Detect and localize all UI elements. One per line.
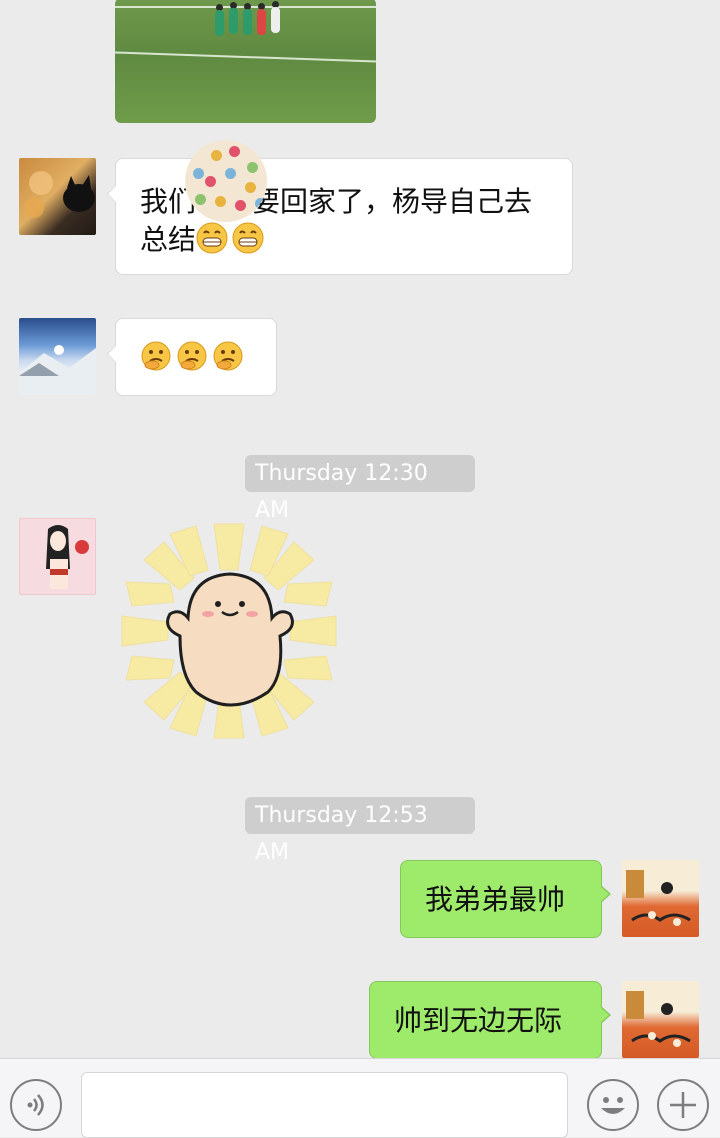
polka-dot-sticker (185, 140, 267, 222)
cartoon-avatar-image (626, 991, 691, 1047)
thinking-emoji-icon (141, 341, 171, 371)
user-avatar[interactable] (622, 981, 699, 1058)
message-bubble[interactable]: 帅到无边无际 (369, 981, 611, 1059)
shared-photo[interactable] (115, 0, 376, 123)
chat-input-bar (0, 1058, 720, 1138)
message-input[interactable] (81, 1072, 568, 1138)
message-text: 帅到无边无际 (394, 1004, 563, 1037)
player-figure (229, 8, 238, 34)
player-figure (243, 9, 252, 35)
grin-emoji-icon (232, 222, 264, 254)
contact-avatar[interactable] (19, 318, 96, 395)
ghost-sun-sticker[interactable] (118, 520, 340, 742)
timestamp: Thursday 12:53 AM (245, 797, 475, 865)
player-figure (271, 7, 280, 33)
grin-emoji-icon (196, 222, 228, 254)
field-line (115, 51, 376, 63)
woman-illustration-avatar-image (46, 525, 89, 589)
voice-icon (27, 1094, 44, 1116)
message-bubble[interactable]: 我弟弟最帅 (400, 860, 611, 938)
thinking-emoji-icon (213, 341, 243, 371)
contact-avatar[interactable] (19, 158, 96, 235)
plus-icon (670, 1092, 696, 1118)
message-bubble[interactable]: 我们马上要回家了，杨导自己去总结 (107, 158, 573, 275)
contact-avatar[interactable] (19, 518, 96, 595)
cat-avatar-image (24, 171, 95, 218)
message-bubble[interactable] (107, 318, 277, 396)
more-button[interactable] (657, 1079, 709, 1131)
player-figure (215, 10, 224, 36)
player-figure (257, 9, 266, 35)
message-text: 我弟弟最帅 (425, 883, 566, 916)
voice-button[interactable] (10, 1079, 62, 1131)
cartoon-avatar-image (626, 870, 691, 926)
snow-mountain-avatar-image (19, 345, 96, 395)
timestamp: Thursday 12:30 AM (245, 455, 475, 523)
user-avatar[interactable] (622, 860, 699, 937)
emoji-icon (601, 1097, 625, 1114)
thinking-emoji-icon (177, 341, 207, 371)
emoji-button[interactable] (587, 1079, 639, 1131)
